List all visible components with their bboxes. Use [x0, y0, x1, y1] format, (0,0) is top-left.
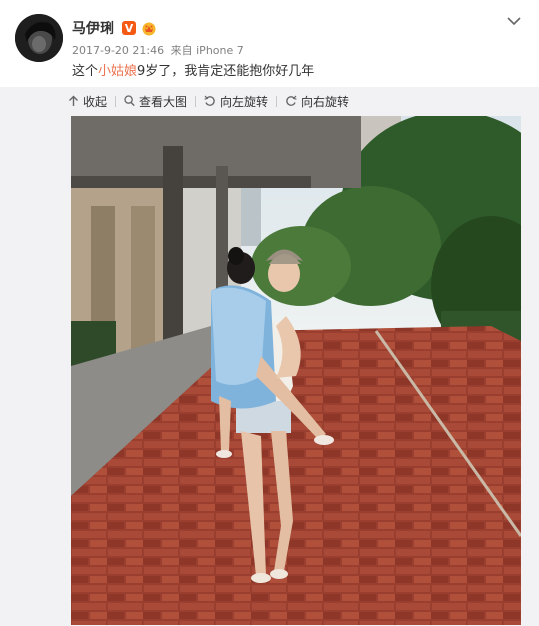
weibo-post-card: 马伊琍 V 2017-9-20 21:46 来自 iPhone 7 这个小姑娘9… — [0, 0, 539, 626]
rotate-left-label: 向左旋转 — [220, 94, 269, 109]
collapse-arrow-icon — [69, 95, 78, 106]
rotate-right-button[interactable]: 向右旋转 — [285, 93, 349, 110]
member-crown-icon[interactable] — [141, 20, 157, 36]
post-text-before: 这个 — [72, 64, 99, 79]
toolbar-divider — [195, 95, 197, 107]
post-text-after: 9岁了，我肯定还能抱你好几年 — [137, 64, 315, 79]
media-panel: 收起 查看大图 向左旋转 向右旋转 — [0, 87, 539, 626]
post-time[interactable]: 2017-9-20 21:46 — [72, 44, 164, 57]
photo-image — [71, 116, 521, 625]
post-text-highlight[interactable]: 小姑娘 — [98, 64, 137, 79]
collapse-label: 收起 — [83, 94, 108, 109]
rotate-left-button[interactable]: 向左旋转 — [204, 93, 268, 110]
device-source[interactable]: iPhone 7 — [196, 44, 244, 57]
from-label: 来自 — [170, 44, 193, 57]
rotate-right-icon — [286, 95, 297, 106]
view-large-label: 查看大图 — [139, 94, 188, 109]
rotate-right-label: 向右旋转 — [301, 94, 350, 109]
image-toolbar: 收起 查看大图 向左旋转 向右旋转 — [68, 93, 349, 109]
verified-v-icon[interactable]: V — [122, 21, 136, 35]
name-row: 马伊琍 V — [72, 18, 157, 38]
rotate-left-icon — [204, 95, 215, 106]
post-meta: 2017-9-20 21:46 来自 iPhone 7 — [72, 42, 244, 58]
magnifier-icon — [124, 95, 135, 107]
toolbar-divider — [276, 95, 278, 107]
post-text: 这个小姑娘9岁了，我肯定还能抱你好几年 — [72, 63, 314, 81]
avatar-image — [15, 14, 63, 62]
view-large-button[interactable]: 查看大图 — [124, 93, 187, 110]
username[interactable]: 马伊琍 — [72, 18, 114, 38]
toolbar-divider — [115, 95, 117, 107]
collapse-button[interactable]: 收起 — [68, 93, 107, 110]
avatar[interactable] — [15, 14, 63, 62]
post-photo[interactable] — [71, 116, 521, 625]
chevron-down-icon[interactable] — [506, 14, 522, 28]
